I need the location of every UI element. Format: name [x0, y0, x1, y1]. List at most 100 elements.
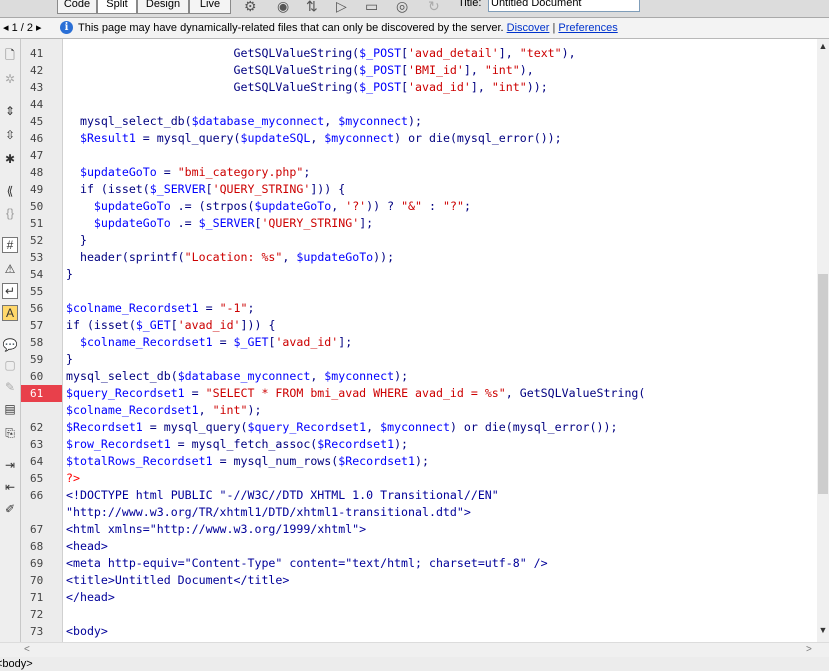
balance-braces-icon[interactable]: {}: [2, 205, 18, 221]
word-wrap-icon[interactable]: ↵: [2, 283, 18, 299]
code-line[interactable]: $Recordset1 = mysql_query($query_Records…: [66, 419, 617, 436]
line-number[interactable]: 50: [21, 198, 62, 215]
line-number[interactable]: 56: [21, 300, 62, 317]
indent-code-icon[interactable]: ⇥: [2, 457, 18, 473]
code-line[interactable]: $updateGoTo .= (strpos($updateGoTo, '?')…: [66, 198, 471, 215]
line-number[interactable]: 47: [21, 147, 62, 164]
refresh-icon[interactable]: ▭: [365, 0, 378, 15]
line-number[interactable]: 67: [21, 521, 62, 538]
line-number[interactable]: 43: [21, 79, 62, 96]
collapse-full-tag-icon[interactable]: ⇕: [2, 103, 18, 119]
expand-all-icon[interactable]: ✱: [2, 151, 18, 167]
code-line[interactable]: GetSQLValueString($_POST['BMI_id'], "int…: [66, 62, 534, 79]
line-number[interactable]: 69: [21, 555, 62, 572]
preferences-link[interactable]: Preferences: [558, 22, 617, 34]
code-line[interactable]: <!DOCTYPE html PUBLIC "-//W3C//DTD XHTML…: [66, 487, 499, 504]
line-number[interactable]: 42: [21, 62, 62, 79]
line-number[interactable]: 51: [21, 215, 62, 232]
related-files-pager[interactable]: ◂ 1 / 2 ▸: [3, 18, 42, 38]
reload-icon[interactable]: ↻: [428, 0, 440, 15]
remove-comment-icon[interactable]: ▢: [2, 357, 18, 373]
line-number[interactable]: 70: [21, 572, 62, 589]
multiscreen-icon[interactable]: ⇅: [306, 0, 318, 15]
code-line[interactable]: if (isset($_SERVER['QUERY_STRING'])) {: [66, 181, 345, 198]
format-source-icon[interactable]: ✐: [2, 501, 18, 517]
live-code-icon[interactable]: ⚙: [244, 0, 257, 15]
line-number[interactable]: 73: [21, 623, 62, 640]
line-number[interactable]: 49: [21, 181, 62, 198]
line-number[interactable]: 59: [21, 351, 62, 368]
recent-snippets-icon[interactable]: ▤: [2, 401, 18, 417]
line-number[interactable]: 46: [21, 130, 62, 147]
code-line[interactable]: <body>: [66, 623, 108, 640]
vertical-scroll-thumb[interactable]: [818, 274, 828, 494]
preview-browser-icon[interactable]: ▷: [336, 0, 347, 15]
visual-aids-icon[interactable]: ◎: [396, 0, 408, 15]
line-number[interactable]: 71: [21, 589, 62, 606]
line-number[interactable]: 54: [21, 266, 62, 283]
line-number[interactable]: 62: [21, 419, 62, 436]
code-line[interactable]: }: [66, 232, 87, 249]
line-number[interactable]: [21, 402, 62, 419]
scroll-right-icon[interactable]: >: [806, 643, 812, 657]
code-line[interactable]: }: [66, 266, 73, 283]
scroll-down-icon[interactable]: ▼: [818, 625, 828, 635]
line-number[interactable]: 44: [21, 96, 62, 113]
line-number[interactable]: 48: [21, 164, 62, 181]
split-view-button[interactable]: Split: [97, 0, 137, 14]
line-numbers-icon[interactable]: #: [2, 237, 18, 253]
design-view-button[interactable]: Design: [137, 0, 189, 14]
line-number[interactable]: 60: [21, 368, 62, 385]
code-line[interactable]: header(sprintf("Location: %s", $updateGo…: [66, 249, 394, 266]
document-title-input[interactable]: Untitled Document: [488, 0, 640, 12]
line-number[interactable]: 53: [21, 249, 62, 266]
code-editor[interactable]: GetSQLValueString($_POST['avad_detail'],…: [63, 39, 817, 642]
line-number-breakpoint[interactable]: 61: [21, 385, 62, 402]
line-number[interactable]: 45: [21, 113, 62, 130]
line-number[interactable]: 52: [21, 232, 62, 249]
code-line[interactable]: $Result1 = mysql_query($updateSQL, $myco…: [66, 130, 562, 147]
code-line[interactable]: }: [66, 351, 73, 368]
code-line[interactable]: $colname_Recordset1 = $_GET['avad_id'];: [66, 334, 352, 351]
code-line[interactable]: $row_Recordset1 = mysql_fetch_assoc($Rec…: [66, 436, 408, 453]
line-number[interactable]: 66: [21, 487, 62, 504]
scroll-left-icon[interactable]: <: [24, 643, 30, 657]
show-code-navigator-icon[interactable]: ✲: [2, 71, 18, 87]
code-line[interactable]: mysql_select_db($database_myconnect, $my…: [66, 113, 422, 130]
code-line[interactable]: $updateGoTo .= $_SERVER['QUERY_STRING'];: [66, 215, 373, 232]
vertical-scrollbar[interactable]: ▲ ▼: [817, 39, 829, 642]
horizontal-scrollbar[interactable]: < >: [0, 642, 829, 657]
open-documents-icon[interactable]: 🗋: [2, 47, 18, 63]
line-number-gutter[interactable]: 41 42 43 44 45 46 47 48 49 50 51 52 53 54 55 56 57 58 59 60…: [21, 39, 63, 642]
live-view-button[interactable]: Live: [189, 0, 231, 14]
collapse-selection-icon[interactable]: ⇳: [2, 127, 18, 143]
code-line[interactable]: <head>: [66, 538, 108, 555]
line-number[interactable]: 55: [21, 283, 62, 300]
highlight-invalid-code-icon[interactable]: ⚠: [2, 261, 18, 277]
outdent-code-icon[interactable]: ⇤: [2, 479, 18, 495]
select-parent-tag-icon[interactable]: ⟪: [2, 183, 18, 199]
line-number[interactable]: 65: [21, 470, 62, 487]
code-line[interactable]: $query_Recordset1 = "SELECT * FROM bmi_a…: [66, 385, 645, 402]
code-line[interactable]: $colname_Recordset1, "int");: [66, 402, 261, 419]
apply-comment-icon[interactable]: 💬: [2, 337, 18, 353]
inspect-icon[interactable]: ◉: [277, 0, 289, 15]
code-line[interactable]: GetSQLValueString($_POST['avad_id'], "in…: [66, 79, 548, 96]
code-line[interactable]: <title>Untitled Document</title>: [66, 572, 289, 589]
line-number[interactable]: 64: [21, 453, 62, 470]
tag-selector-body[interactable]: <body>: [0, 657, 33, 671]
code-line[interactable]: <meta http-equiv="Content-Type" content=…: [66, 555, 548, 572]
code-line[interactable]: <html xmlns="http://www.w3.org/1999/xhtm…: [66, 521, 366, 538]
code-line[interactable]: GetSQLValueString($_POST['avad_detail'],…: [66, 45, 576, 62]
code-line[interactable]: </head>: [66, 589, 115, 606]
line-number[interactable]: 57: [21, 317, 62, 334]
code-line[interactable]: $colname_Recordset1 = "-1";: [66, 300, 254, 317]
code-line[interactable]: $updateGoTo = "bmi_category.php";: [66, 164, 310, 181]
line-number[interactable]: [21, 504, 62, 521]
syntax-coloring-icon[interactable]: A: [2, 305, 18, 321]
code-line[interactable]: ?>: [66, 470, 80, 487]
move-css-icon[interactable]: ⎘: [2, 425, 18, 441]
code-line[interactable]: $totalRows_Recordset1 = mysql_num_rows($…: [66, 453, 429, 470]
line-number[interactable]: 72: [21, 606, 62, 623]
line-number[interactable]: 68: [21, 538, 62, 555]
